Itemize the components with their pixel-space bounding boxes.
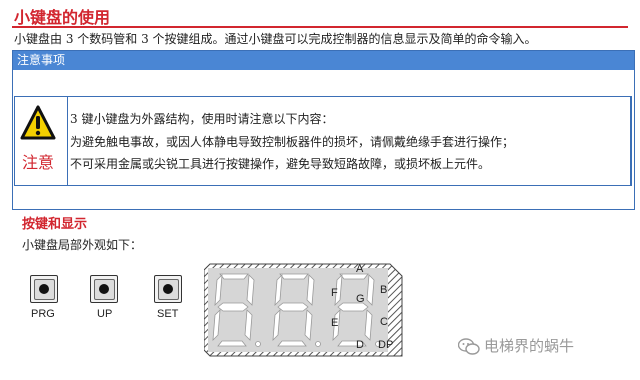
seven-segment-display: A B C D E F G DP [204,263,403,357]
set-key-label: SET [157,308,179,320]
notice-divider [67,96,68,186]
section-text: 小键盘局部外观如下： [22,238,143,252]
page-title: 小键盘的使用 [14,8,111,27]
notice-header: 注意事项 [13,51,634,70]
prg-key[interactable] [30,275,58,303]
title-underline [12,26,628,28]
segment-label-b: B [380,284,387,296]
notice-line-3: 不可采用金属或尖锐工具进行按键操作，避免导致短路故障，或损坏板上元件。 [70,157,491,171]
set-key[interactable] [154,275,182,303]
segment-label-e: E [331,317,338,329]
segment-label-d: D [356,339,364,351]
watermark-text: 电梯界的蜗牛 [484,337,575,355]
notice-line-2: 为避免触电事故，或因人体静电导致控制板器件的损坏，请佩戴绝缘手套进行操作； [70,135,515,149]
prg-key-label: PRG [31,308,55,320]
warning-icon [20,105,56,140]
segment-label-a: A [356,263,364,275]
wechat-icon [458,338,480,355]
intro-text: 小键盘由 3 个数码管和 3 个按键组成。通过小键盘可以完成控制器的信息显示及简… [14,32,537,46]
up-key[interactable] [90,275,118,303]
segment-label-f: F [331,287,338,299]
up-key-label: UP [97,308,113,320]
notice-line-1: 3 键小键盘为外露结构，使用时请注意以下内容： [70,112,334,126]
segment-label-c: C [380,316,388,328]
section-title: 按键和显示 [22,217,88,232]
segment-label-dp: DP [378,339,393,351]
warning-label: 注意 [22,153,55,172]
segment-label-g: G [356,293,365,305]
